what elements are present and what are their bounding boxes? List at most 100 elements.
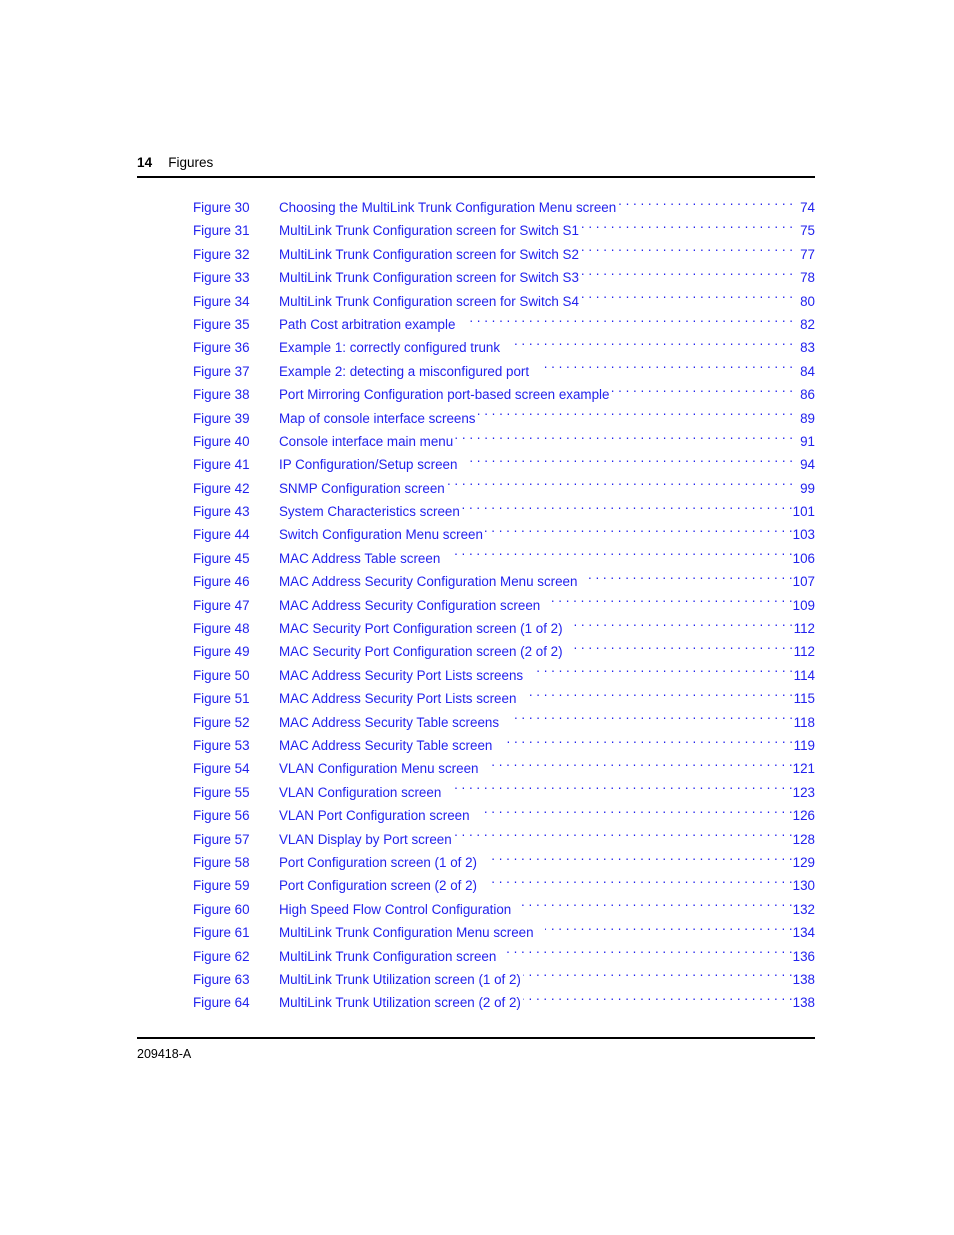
- figure-page-number: 74: [800, 200, 815, 215]
- figure-label: Figure 63: [193, 971, 250, 987]
- page-number-folio: 14: [137, 155, 153, 170]
- figure-title: MAC Address Security Table screen: [279, 737, 493, 753]
- figure-list-item[interactable]: Figure 62 MultiLink Trunk Configuration s…: [137, 945, 815, 968]
- figure-list-item[interactable]: Figure 42 SNMP Configuration screen 99: [137, 477, 815, 500]
- figure-page-number: 99: [800, 480, 815, 496]
- figure-list-item[interactable]: Figure 56 VLAN Port Configuration screen 1…: [137, 804, 815, 827]
- figure-title: Path Cost arbitration example: [279, 316, 456, 332]
- figure-list-item[interactable]: Figure 37 Example 2: detecting a misconfi…: [137, 360, 815, 383]
- dot-leader: [489, 760, 792, 773]
- figure-list-item[interactable]: Figure 59 Port Configuration screen (2 of…: [137, 874, 815, 897]
- figure-label: Figure 36: [193, 340, 250, 356]
- figure-label: Figure 54: [193, 761, 250, 777]
- figure-list-item[interactable]: Figure 60 High Speed Flow Control Configu…: [137, 898, 815, 921]
- figure-list-item[interactable]: Figure 53 MAC Address Security Table scre…: [137, 734, 815, 757]
- dot-leader: [466, 316, 793, 329]
- figure-list-item[interactable]: Figure 47 MAC Address Security Configurat…: [137, 594, 815, 617]
- dot-leader: [462, 503, 793, 516]
- figure-title: Port Mirroring Configuration port-based …: [279, 387, 610, 403]
- figure-title: SNMP Configuration screen: [279, 480, 445, 496]
- figure-list-item[interactable]: Figure 63 MultiLink Trunk Utilization scr…: [137, 968, 815, 991]
- figure-list-item[interactable]: Figure 39 Map of console interface screen…: [137, 407, 815, 430]
- figure-page-number: 130: [792, 878, 815, 894]
- figure-list-item[interactable]: Figure 50 MAC Address Security Port Lists…: [137, 664, 815, 687]
- figure-title: VLAN Display by Port screen: [279, 831, 452, 847]
- figure-list-item[interactable]: Figure 38 Port Mirroring Configuration po…: [137, 383, 815, 406]
- figure-page-number: 126: [792, 808, 815, 824]
- figure-page-number: 128: [792, 831, 815, 847]
- figure-list-item[interactable]: Figure 33 MultiLink Trunk Configuration s…: [137, 266, 815, 289]
- figure-list-item[interactable]: Figure 45 MAC Address Table screen 106: [137, 547, 815, 570]
- dot-leader: [481, 807, 793, 820]
- figure-page-number: 101: [792, 504, 815, 520]
- figure-label: Figure 33: [193, 270, 250, 286]
- figure-label: Figure 64: [193, 995, 250, 1011]
- dot-leader: [588, 573, 792, 586]
- dot-leader: [581, 245, 793, 258]
- figure-list-item[interactable]: Figure 36 Example 1: correctly configured…: [137, 336, 815, 359]
- page-title: Figures: [168, 155, 214, 170]
- figure-label: Figure 37: [193, 363, 250, 379]
- dot-leader: [523, 994, 793, 1007]
- figure-label: Figure 49: [193, 644, 250, 660]
- dot-leader: [618, 199, 793, 212]
- list-of-figures: Figure 30 Choosing the MultiLink Trunk Co…: [137, 196, 815, 1015]
- figure-page-number: 78: [800, 270, 815, 286]
- figure-label: Figure 42: [193, 480, 250, 496]
- header-divider: [137, 176, 815, 178]
- figure-page-number: 91: [800, 433, 815, 449]
- figure-page-number: 94: [800, 457, 815, 473]
- dot-leader: [574, 643, 793, 656]
- dot-leader: [545, 924, 793, 937]
- figure-label: Figure 31: [193, 223, 250, 239]
- figure-page-number: 107: [792, 574, 815, 590]
- figure-page-number: 121: [792, 761, 815, 777]
- figure-page-number: 138: [792, 971, 815, 987]
- figure-label: Figure 59: [193, 878, 250, 894]
- figure-title: Map of console interface screens: [279, 410, 476, 426]
- figure-list-item[interactable]: Figure 49 MAC Security Port Configuration…: [137, 640, 815, 663]
- figure-page-number: 118: [793, 714, 815, 730]
- dot-leader: [451, 549, 792, 562]
- figure-list-item[interactable]: Figure 41 IP Configuration/Setup screen 94: [137, 453, 815, 476]
- figure-list-item[interactable]: Figure 44 Switch Configuration Menu scree…: [137, 523, 815, 546]
- figure-label: Figure 60: [193, 901, 250, 917]
- dot-leader: [447, 479, 793, 492]
- figure-list-item[interactable]: Figure 64 MultiLink Trunk Utilization scr…: [137, 991, 815, 1014]
- figure-label: Figure 41: [193, 457, 250, 473]
- figure-list-item[interactable]: Figure 34 MultiLink Trunk Configuration s…: [137, 290, 815, 313]
- dot-leader: [511, 339, 793, 352]
- figure-list-item[interactable]: Figure 35 Path Cost arbitration example 82: [137, 313, 815, 336]
- running-header: 14 Figures: [137, 155, 815, 171]
- figure-label: Figure 35: [193, 316, 250, 332]
- figure-list-item[interactable]: Figure 52 MAC Address Security Table scre…: [137, 711, 815, 734]
- figure-page-number: 75: [800, 223, 815, 239]
- figure-list-item[interactable]: Figure 30 Choosing the MultiLink Trunk Co…: [137, 196, 815, 219]
- figure-list-item[interactable]: Figure 58 Port Configuration screen (1 of…: [137, 851, 815, 874]
- figure-page-number: 138: [792, 995, 815, 1011]
- dot-leader: [485, 526, 793, 539]
- figure-page-number: 123: [792, 784, 815, 800]
- figure-label: Figure 43: [193, 504, 250, 520]
- figure-label: Figure 38: [193, 387, 250, 403]
- figure-list-item[interactable]: Figure 32 MultiLink Trunk Configuration s…: [137, 243, 815, 266]
- figure-list-item[interactable]: Figure 43 System Characteristics screen 10…: [137, 500, 815, 523]
- figure-label: Figure 44: [193, 527, 250, 543]
- figure-list-item[interactable]: Figure 31 MultiLink Trunk Configuration s…: [137, 219, 815, 242]
- figure-list-item[interactable]: Figure 54 VLAN Configuration Menu screen 1…: [137, 757, 815, 780]
- figure-list-item[interactable]: Figure 55 VLAN Configuration screen 123: [137, 781, 815, 804]
- figure-list-item[interactable]: Figure 48 MAC Security Port Configuration…: [137, 617, 815, 640]
- figure-title: MultiLink Trunk Configuration screen for…: [279, 270, 579, 286]
- figure-title: MultiLink Trunk Configuration Menu scree…: [279, 925, 534, 941]
- figure-page-number: 136: [792, 948, 815, 964]
- figure-list-item[interactable]: Figure 46 MAC Address Security Configurat…: [137, 570, 815, 593]
- dot-leader: [527, 690, 793, 703]
- figure-list-item[interactable]: Figure 51 MAC Address Security Port Lists…: [137, 687, 815, 710]
- figure-list-item[interactable]: Figure 40 Console interface main menu 91: [137, 430, 815, 453]
- figure-page-number: 112: [793, 621, 815, 637]
- figure-list-item[interactable]: Figure 61 MultiLink Trunk Configuration M…: [137, 921, 815, 944]
- figure-title: Port Configuration screen (1 of 2): [279, 854, 477, 870]
- figure-title: MAC Address Security Table screens: [279, 714, 500, 730]
- figure-label: Figure 40: [193, 433, 250, 449]
- figure-list-item[interactable]: Figure 57 VLAN Display by Port screen 128: [137, 828, 815, 851]
